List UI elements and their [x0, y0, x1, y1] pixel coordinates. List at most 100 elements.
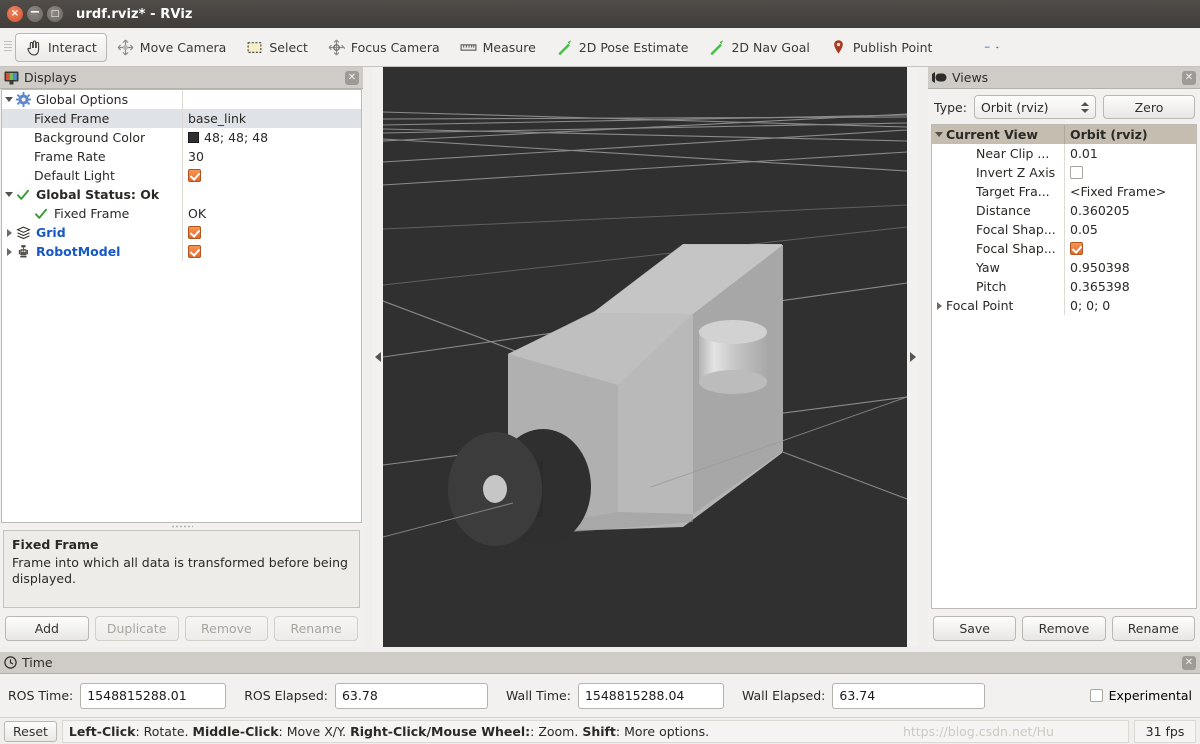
tool-move-camera[interactable]: Move Camera	[107, 33, 237, 62]
wheel-front	[448, 429, 591, 546]
view-type-combo[interactable]: Orbit (rviz)	[973, 95, 1096, 119]
view-property-value-cell[interactable]: 0.365398	[1064, 277, 1196, 296]
tool-publish-point[interactable]: Publish Point	[820, 33, 943, 62]
display-row-value-cell[interactable]	[182, 223, 361, 242]
views-tree-header[interactable]: Current View Orbit (rviz)	[932, 125, 1196, 144]
display-row[interactable]: Fixed Frame base_link	[2, 109, 361, 128]
view-property-value-cell[interactable]: 0.950398	[1064, 258, 1196, 277]
view-property-value-cell[interactable]: 0; 0; 0	[1064, 296, 1196, 315]
display-row[interactable]: Default Light	[2, 166, 361, 185]
zero-button[interactable]: Zero	[1103, 95, 1195, 119]
render-viewport-3d[interactable]	[383, 67, 907, 647]
ros-elapsed-input[interactable]: 63.78	[334, 682, 488, 709]
display-row-value-cell[interactable]: OK	[182, 204, 361, 223]
checkbox-unchecked[interactable]	[1070, 166, 1083, 179]
view-property-row[interactable]: Invert Z Axis	[932, 163, 1196, 182]
view-property-value-cell[interactable]: 0.05	[1064, 220, 1196, 239]
collapse-right-panel-handle[interactable]	[907, 67, 918, 647]
rename-view-button[interactable]: Rename	[1111, 616, 1195, 641]
displays-close-button[interactable]: ✕	[345, 70, 359, 85]
add-tool-button[interactable]	[952, 43, 968, 51]
display-row-value-cell[interactable]	[182, 166, 361, 185]
window-close-button[interactable]: ×	[7, 6, 23, 22]
view-property-row[interactable]: Yaw 0.950398	[932, 258, 1196, 277]
tool-select[interactable]: Select	[236, 33, 318, 62]
view-property-row[interactable]: Target Fra... <Fixed Frame>	[932, 182, 1196, 201]
displays-tree[interactable]: Global Options Fixed Frame base_link Backgr…	[1, 89, 362, 523]
add-display-button[interactable]: Add	[5, 616, 89, 641]
display-row[interactable]: RobotModel	[2, 242, 361, 261]
tool-focus-camera[interactable]: Focus Camera	[318, 33, 450, 62]
color-swatch[interactable]	[188, 132, 199, 143]
tool-interact[interactable]: Interact	[15, 32, 107, 62]
view-property-row[interactable]: Distance 0.360205	[932, 201, 1196, 220]
view-property-row[interactable]: Focal Shap...	[932, 239, 1196, 258]
expand-down-icon[interactable]	[2, 90, 16, 109]
display-row-value-cell[interactable]	[182, 185, 361, 204]
expand-right-icon[interactable]	[932, 296, 946, 315]
tool-measure[interactable]: Measure	[450, 33, 546, 62]
display-row[interactable]: Global Options	[2, 90, 361, 109]
time-close-button[interactable]: ✕	[1182, 655, 1196, 670]
expand-right-icon[interactable]	[2, 242, 16, 261]
display-row[interactable]: Grid	[2, 223, 361, 242]
remove-view-button[interactable]: Remove	[1022, 616, 1106, 641]
view-property-row[interactable]: Focal Shap... 0.05	[932, 220, 1196, 239]
view-property-row[interactable]: Pitch 0.365398	[932, 277, 1196, 296]
display-row-value-cell[interactable]: 48; 48; 48	[182, 128, 361, 147]
display-row-value-cell[interactable]: base_link	[182, 109, 361, 128]
display-row-label: Fixed Frame	[54, 206, 130, 221]
display-row-value-cell[interactable]	[182, 90, 361, 109]
view-property-name-cell: Near Clip ...	[932, 144, 1064, 163]
checkbox-unchecked[interactable]	[1089, 689, 1103, 702]
display-row[interactable]: Frame Rate 30	[2, 147, 361, 166]
checkbox-checked[interactable]	[1070, 242, 1083, 255]
ros-time-input[interactable]: 1548815288.01	[80, 682, 227, 709]
expand-right-icon[interactable]	[2, 223, 16, 242]
views-header-value: Orbit (rviz)	[1070, 127, 1148, 142]
display-row-name-cell: Global Options	[2, 90, 182, 109]
expand-down-icon[interactable]	[2, 185, 16, 204]
reset-button[interactable]: Reset	[4, 720, 57, 742]
checkbox-checked[interactable]	[188, 169, 201, 182]
collapse-left-panel-handle[interactable]	[372, 67, 383, 647]
display-row-label: Background Color	[34, 130, 146, 145]
remove-tool-button[interactable]	[978, 38, 1005, 57]
checkbox-checked[interactable]	[188, 245, 201, 258]
view-property-value-cell[interactable]	[1064, 163, 1196, 182]
displays-splitter[interactable]	[0, 523, 363, 530]
display-row[interactable]: Background Color 48; 48; 48	[2, 128, 361, 147]
display-row-value-cell[interactable]	[182, 242, 361, 261]
view-property-value-cell[interactable]: 0.01	[1064, 144, 1196, 163]
view-property-value-cell[interactable]	[1064, 239, 1196, 258]
view-property-value-cell[interactable]: <Fixed Frame>	[1064, 182, 1196, 201]
views-tree[interactable]: Current View Orbit (rviz) Near Clip ... 0.0…	[931, 124, 1197, 609]
button-label: Remove	[201, 621, 252, 636]
display-row-label: Frame Rate	[34, 149, 106, 164]
wall-elapsed-input[interactable]: 63.74	[832, 682, 986, 709]
view-property-row[interactable]: Near Clip ... 0.01	[932, 144, 1196, 163]
save-view-button[interactable]: Save	[933, 616, 1017, 641]
tool-2d-nav-goal[interactable]: 2D Nav Goal	[698, 33, 819, 62]
views-close-button[interactable]: ✕	[1182, 70, 1196, 85]
view-property-row[interactable]: Focal Point 0; 0; 0	[932, 296, 1196, 315]
checkbox-checked[interactable]	[188, 226, 201, 239]
wall-time-input[interactable]: 1548815288.04	[577, 682, 724, 709]
window-maximize-button[interactable]: □	[47, 6, 63, 22]
expand-down-icon[interactable]	[932, 125, 946, 144]
view-property-value-cell[interactable]: 0.360205	[1064, 201, 1196, 220]
window-title: urdf.rviz* - RViz	[76, 6, 193, 22]
display-row[interactable]: Fixed Frame OK	[2, 204, 361, 223]
experimental-toggle[interactable]: Experimental	[1089, 688, 1192, 703]
display-row-value-cell[interactable]: 30	[182, 147, 361, 166]
views-panel-title: Views	[952, 70, 989, 85]
display-row[interactable]: Global Status: Ok	[2, 185, 361, 204]
cylinder-sensor	[699, 320, 767, 394]
toolbar-drag-handle[interactable]	[3, 36, 13, 58]
window-minimize-button[interactable]: −	[27, 6, 43, 22]
tool-2d-pose-estimate[interactable]: 2D Pose Estimate	[546, 33, 699, 62]
